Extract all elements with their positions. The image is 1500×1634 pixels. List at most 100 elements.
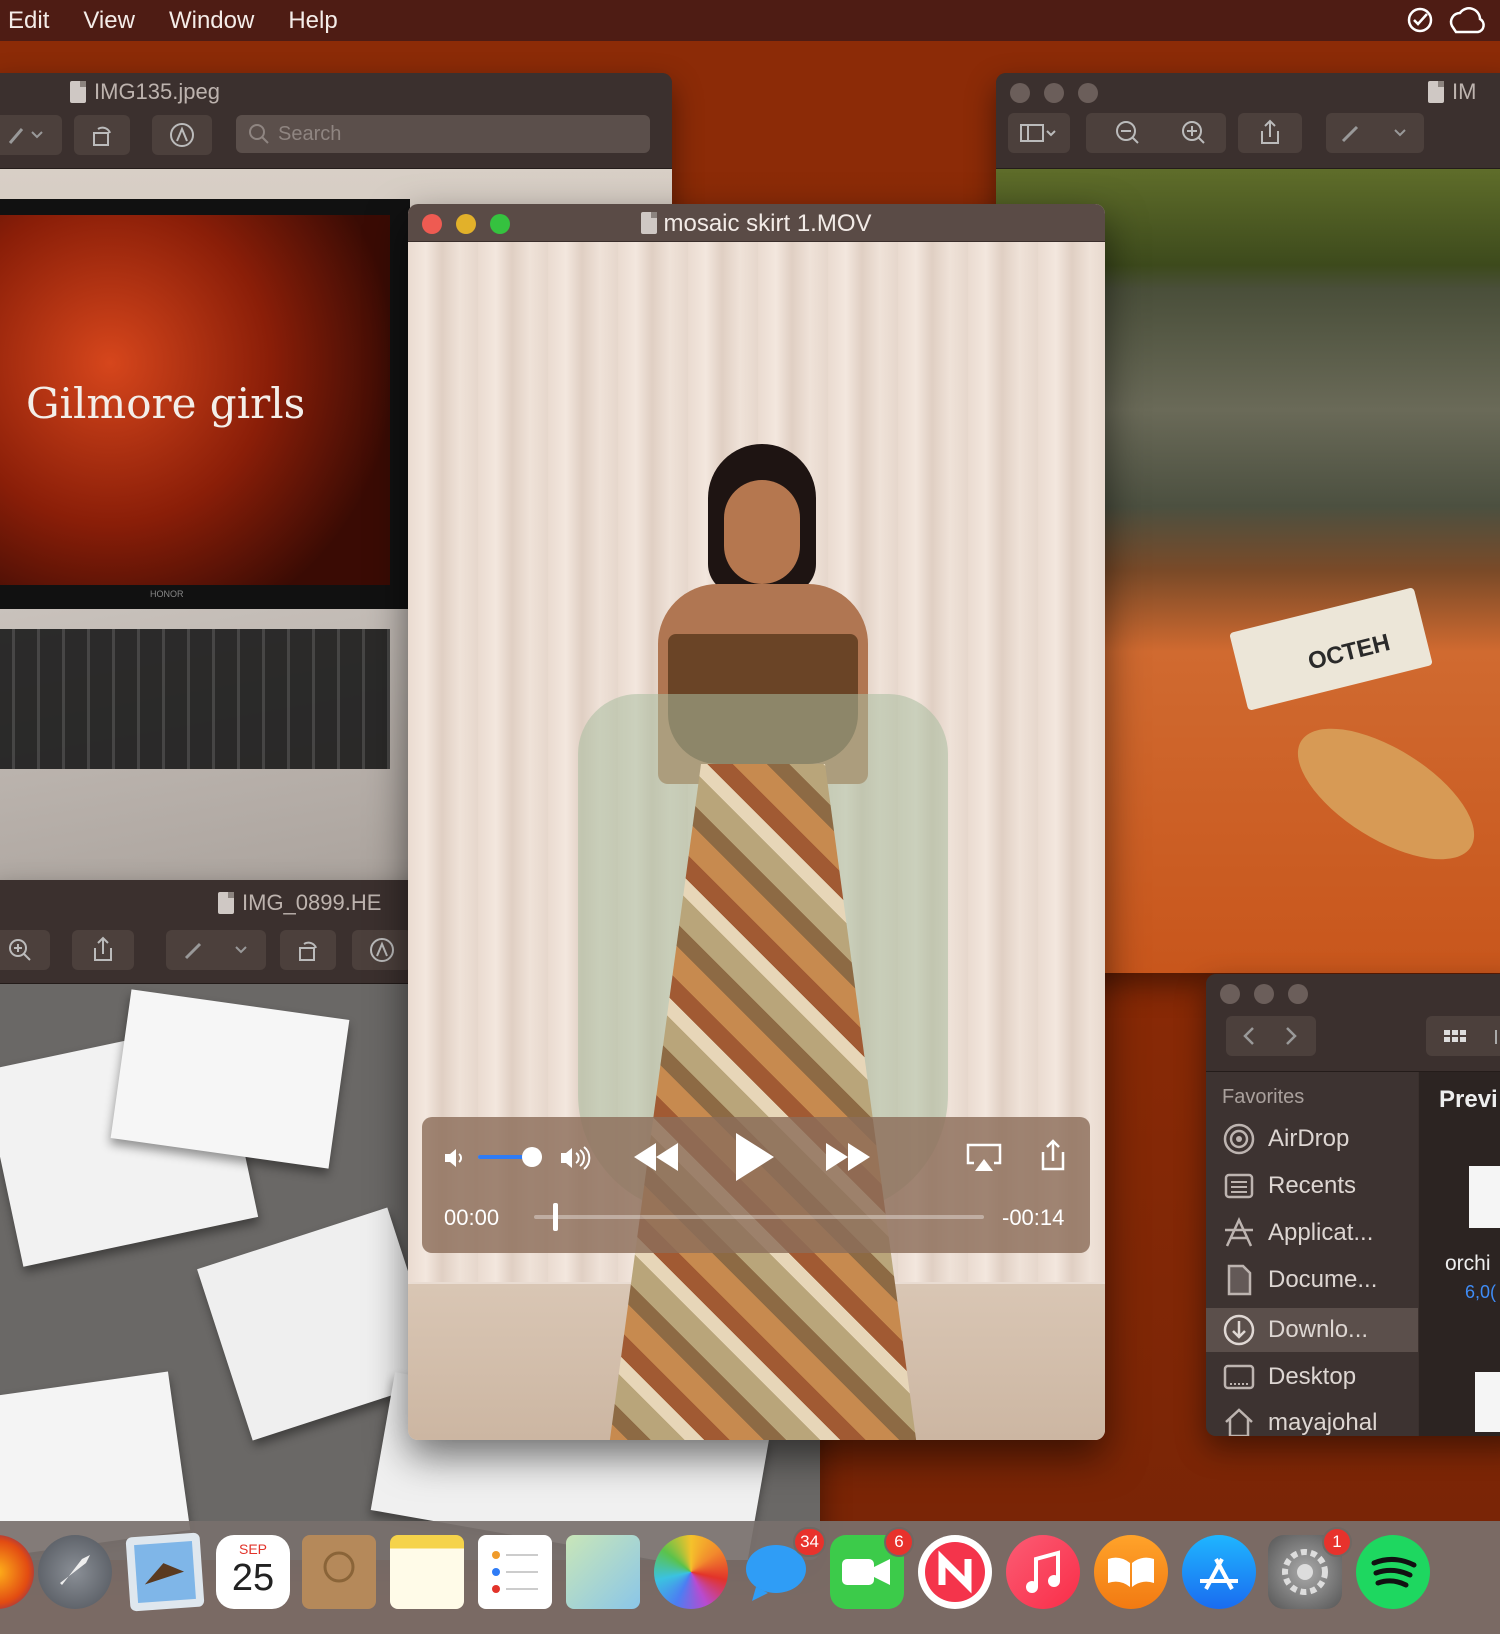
sidebar-item-airdrop[interactable]: AirDrop xyxy=(1222,1122,1349,1156)
sidebar-item-downloads[interactable]: Downlo... xyxy=(1206,1308,1418,1352)
nav-buttons xyxy=(1226,1016,1316,1056)
markup-button[interactable] xyxy=(1326,113,1424,153)
menu-view[interactable]: View xyxy=(83,7,135,35)
dock-spotify-icon[interactable] xyxy=(1356,1535,1430,1609)
zoom-group xyxy=(1086,113,1226,153)
sidebar-item-label: Downlo... xyxy=(1268,1316,1369,1343)
dock-news-icon[interactable] xyxy=(918,1535,992,1609)
menu-help[interactable]: Help xyxy=(288,7,337,35)
dock-music-icon[interactable] xyxy=(1006,1535,1080,1609)
zoom-out-in-icon[interactable] xyxy=(1096,119,1216,147)
dock-photos-icon[interactable] xyxy=(654,1535,728,1609)
sidebar-item-desktop[interactable]: Desktop xyxy=(1222,1360,1356,1394)
music-note-icon xyxy=(1026,1550,1060,1593)
dock-firefox-icon[interactable] xyxy=(0,1535,34,1609)
window-title: mosaic skirt 1.MOV xyxy=(408,210,1105,238)
sidebar-item-recents[interactable]: Recents xyxy=(1222,1169,1356,1203)
dock-launchpad-icon[interactable] xyxy=(38,1535,112,1609)
dock-system-preferences-icon[interactable]: 1 xyxy=(1268,1527,1352,1609)
creative-cloud-icon[interactable] xyxy=(1446,6,1486,34)
scrubber[interactable] xyxy=(534,1203,984,1231)
dock-maps-icon[interactable] xyxy=(566,1535,640,1609)
search-icon xyxy=(249,124,269,144)
dock-facetime-icon[interactable]: 6 xyxy=(830,1527,914,1609)
sidebar-icon xyxy=(1020,124,1056,142)
sidebar-item-applications[interactable]: Applicat... xyxy=(1222,1216,1373,1250)
face xyxy=(724,480,800,584)
share-button[interactable] xyxy=(72,930,134,970)
dock-notes-icon[interactable] xyxy=(390,1535,464,1609)
keys xyxy=(0,629,390,769)
rotate-button[interactable] xyxy=(74,115,130,155)
playhead[interactable] xyxy=(553,1203,558,1231)
toolbar: IMG135.jpeg Search xyxy=(0,73,672,169)
rotate-button[interactable] xyxy=(280,930,336,970)
markup-button[interactable] xyxy=(166,930,266,970)
contacts-icon xyxy=(323,1551,355,1583)
close-button[interactable] xyxy=(1220,984,1240,1004)
dock-books-icon[interactable] xyxy=(1094,1535,1168,1609)
box-2 xyxy=(110,989,350,1169)
dock-mail-icon[interactable] xyxy=(125,1532,205,1612)
airdrop-icon xyxy=(1223,1123,1255,1155)
minimize-button[interactable] xyxy=(1254,984,1274,1004)
menu-edit[interactable]: Edit xyxy=(8,7,49,35)
reminders-icon xyxy=(492,1551,538,1593)
recents-icon xyxy=(1224,1173,1254,1199)
annotate-button[interactable] xyxy=(352,930,412,970)
sidebar-item-label: Docume... xyxy=(1268,1266,1378,1293)
playback-controls: 00:00 -00:14 xyxy=(422,1117,1090,1253)
airplay-icon[interactable] xyxy=(966,1141,1002,1175)
preview-header: Previ xyxy=(1439,1086,1498,1113)
window-title: IMG135.jpeg xyxy=(70,79,220,105)
pen-dropdown-icon xyxy=(184,942,247,960)
sidebar-button[interactable] xyxy=(1008,113,1070,153)
share-button[interactable] xyxy=(1238,113,1302,153)
grid-view-icon xyxy=(1444,1030,1497,1044)
finder-window: Favorites AirDrop Recents Applicat... Do… xyxy=(1206,974,1500,1436)
close-button[interactable] xyxy=(1010,83,1030,103)
messages-badge: 34 xyxy=(793,1527,826,1557)
sidebar-item-home[interactable]: mayajohal xyxy=(1222,1406,1377,1436)
zoom-button[interactable] xyxy=(1078,83,1098,103)
dock-reminders-icon[interactable] xyxy=(478,1535,552,1609)
news-icon xyxy=(925,1542,985,1602)
sidebar-item-label: Desktop xyxy=(1268,1363,1357,1390)
file-name[interactable]: orchi xyxy=(1445,1252,1491,1276)
dock-contacts-icon[interactable] xyxy=(302,1535,376,1609)
dock-calendar-icon[interactable]: SEP 25 xyxy=(216,1535,290,1609)
dock-app-store-icon[interactable] xyxy=(1182,1535,1256,1609)
dock-messages-icon[interactable]: 34 xyxy=(742,1527,826,1609)
croissant xyxy=(1277,702,1495,886)
minimize-button[interactable] xyxy=(1044,83,1064,103)
rotate-icon xyxy=(93,126,111,146)
sidebar-item-label: Recents xyxy=(1268,1172,1357,1199)
search-field[interactable]: Search xyxy=(236,115,650,153)
share-icon[interactable] xyxy=(1038,1139,1068,1173)
favorites-header: Favorites xyxy=(1222,1086,1305,1108)
calendar-day: 25 xyxy=(231,1557,275,1599)
window-title-text: IM xyxy=(1452,79,1477,104)
volume-knob[interactable] xyxy=(522,1147,543,1167)
play-icon[interactable] xyxy=(732,1131,778,1183)
window-title-text: mosaic skirt 1.MOV xyxy=(663,210,872,237)
checkmark-circle-icon[interactable] xyxy=(1406,6,1434,34)
time-remaining: -00:14 xyxy=(1002,1205,1065,1230)
annotate-button[interactable] xyxy=(152,115,212,155)
rotate-icon xyxy=(299,941,317,961)
rewind-icon[interactable] xyxy=(632,1139,682,1175)
menu-window[interactable]: Window xyxy=(169,7,254,35)
fast-forward-icon[interactable] xyxy=(824,1139,874,1175)
view-toggle[interactable] xyxy=(1426,1016,1500,1056)
markup-button[interactable] xyxy=(0,115,62,155)
zoom-in-button[interactable] xyxy=(0,930,50,970)
sidebar-item-label: Applicat... xyxy=(1268,1219,1374,1246)
pen-dropdown-icon xyxy=(8,128,43,144)
back-forward-icon[interactable] xyxy=(1231,1022,1311,1050)
volume-slider[interactable] xyxy=(478,1147,543,1167)
document-icon xyxy=(70,81,86,103)
document-icon xyxy=(1428,81,1444,103)
zoom-button[interactable] xyxy=(1288,984,1308,1004)
markup-circle-icon xyxy=(170,123,194,147)
sidebar-item-documents[interactable]: Docume... xyxy=(1222,1263,1377,1297)
